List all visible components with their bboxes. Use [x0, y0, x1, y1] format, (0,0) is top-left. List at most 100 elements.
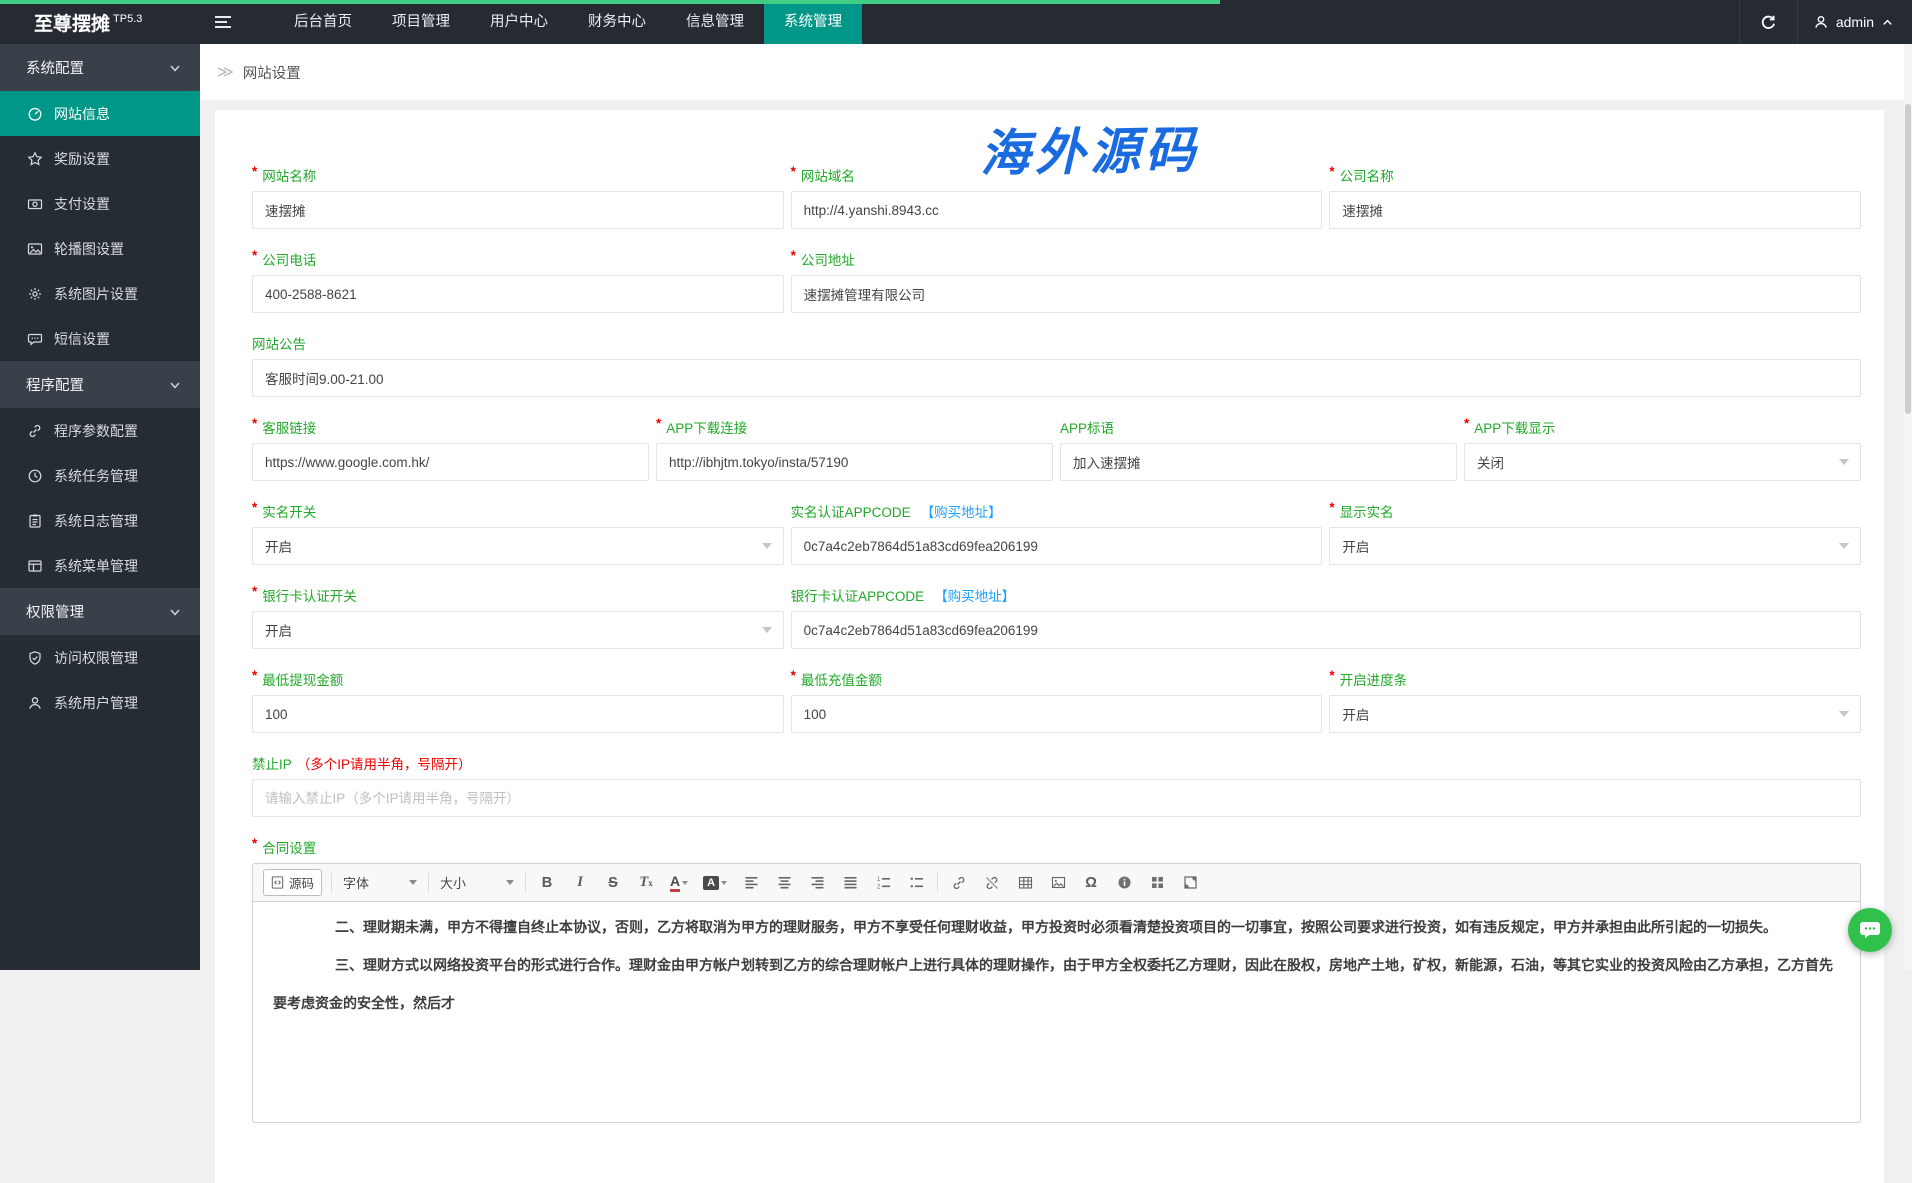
- sidebar-item-log-manage[interactable]: 系统日志管理: [0, 498, 200, 543]
- chat-button[interactable]: [1848, 908, 1892, 952]
- nav-item-finance[interactable]: 财务中心: [568, 0, 666, 44]
- sidebar-item-task-manage[interactable]: 系统任务管理: [0, 453, 200, 498]
- field-label: 银行卡认证APPCODE: [791, 585, 925, 605]
- align-center-icon[interactable]: [772, 870, 796, 896]
- align-right-icon[interactable]: [805, 870, 829, 896]
- nav-item-dashboard[interactable]: 后台首页: [274, 0, 372, 44]
- image-icon[interactable]: [1046, 870, 1070, 896]
- sidebar-item-program-params[interactable]: 程序参数配置: [0, 408, 200, 453]
- bg-color-icon: A: [703, 876, 719, 890]
- sidebar-item-system-users[interactable]: 系统用户管理: [0, 680, 200, 725]
- size-combo[interactable]: 大小: [438, 873, 516, 892]
- sidebar-item-payment-settings[interactable]: 支付设置: [0, 181, 200, 226]
- select-value: 开启: [1342, 704, 1369, 724]
- field-contract: *合同设置 源码 字体 大小 B I S: [252, 837, 1861, 1123]
- bg-color-button[interactable]: A: [700, 870, 730, 896]
- bulleted-list-icon[interactable]: [904, 870, 928, 896]
- field-label: 网站公告: [252, 333, 306, 353]
- sidebar-item-sms-settings[interactable]: 短信设置: [0, 316, 200, 361]
- company-name-input[interactable]: [1329, 191, 1861, 229]
- min-recharge-input[interactable]: [791, 695, 1323, 733]
- progress-bar-select[interactable]: 开启: [1329, 695, 1861, 733]
- bankcard-appcode-input[interactable]: [791, 611, 1861, 649]
- min-withdraw-input[interactable]: [252, 695, 784, 733]
- app-slogan-input[interactable]: [1060, 443, 1457, 481]
- align-justify-icon[interactable]: [838, 870, 862, 896]
- nav-item-users[interactable]: 用户中心: [470, 0, 568, 44]
- contract-paragraph: 二、理财期未满，甲方不得擅自终止本协议，否则，乙方将取消为甲方的理财服务，甲方不…: [273, 908, 1840, 946]
- field-label: 最低提现金额: [262, 669, 343, 689]
- company-address-input[interactable]: [791, 275, 1861, 313]
- shield-check-icon: [27, 650, 43, 666]
- hamburger-icon[interactable]: [200, 0, 246, 44]
- chevron-down-icon: [762, 627, 772, 633]
- link-icon[interactable]: [947, 870, 971, 896]
- maximize-icon[interactable]: [1178, 870, 1202, 896]
- sidebar-group-system-config[interactable]: 系统配置: [0, 44, 200, 91]
- sidebar-item-carousel-settings[interactable]: 轮播图设置: [0, 226, 200, 271]
- unlink-icon[interactable]: [980, 870, 1004, 896]
- nav-item-projects[interactable]: 项目管理: [372, 0, 470, 44]
- sidebar-item-access-permission[interactable]: 访问权限管理: [0, 635, 200, 680]
- field-label: 公司名称: [1340, 165, 1394, 185]
- site-name-input[interactable]: [252, 191, 784, 229]
- realname-show-select[interactable]: 开启: [1329, 527, 1861, 565]
- special-char-icon[interactable]: Ω: [1079, 870, 1103, 896]
- required-asterisk: *: [252, 836, 257, 851]
- table-icon[interactable]: [1013, 870, 1037, 896]
- font-combo-label: 字体: [343, 873, 369, 892]
- app-download-link-input[interactable]: [656, 443, 1053, 481]
- app-download-show-select[interactable]: 关闭: [1464, 443, 1861, 481]
- realname-switch-select[interactable]: 开启: [252, 527, 784, 565]
- field-label: 公司电话: [262, 249, 316, 269]
- sidebar-item-site-info[interactable]: 网站信息: [0, 91, 200, 136]
- scrollbar-thumb[interactable]: [1905, 104, 1911, 414]
- align-left-icon[interactable]: [739, 870, 763, 896]
- sidebar-item-label: 奖励设置: [54, 149, 110, 169]
- editor-content[interactable]: 二、理财期未满，甲方不得擅自终止本协议，否则，乙方将取消为甲方的理财服务，甲方不…: [253, 902, 1860, 1122]
- source-button[interactable]: 源码: [263, 869, 322, 896]
- nav-item-system[interactable]: 系统管理: [764, 0, 862, 44]
- required-asterisk: *: [791, 248, 796, 263]
- company-phone-input[interactable]: [252, 275, 784, 313]
- italic-icon[interactable]: I: [568, 870, 592, 896]
- service-link-input[interactable]: [252, 443, 649, 481]
- bankcard-switch-select[interactable]: 开启: [252, 611, 784, 649]
- text-color-icon: A: [670, 874, 680, 892]
- remove-format-icon[interactable]: Tx: [634, 870, 658, 896]
- font-combo[interactable]: 字体: [341, 873, 419, 892]
- sidebar-item-menu-manage[interactable]: 系统菜单管理: [0, 543, 200, 588]
- buy-address-link[interactable]: 【购买地址】: [934, 585, 1015, 605]
- user-menu[interactable]: admin: [1797, 0, 1912, 44]
- nav-item-information[interactable]: 信息管理: [666, 0, 764, 44]
- app-logo: 至尊摆摊TP5.3: [0, 9, 200, 36]
- select-value: 开启: [265, 620, 292, 640]
- buy-address-link[interactable]: 【购买地址】: [921, 501, 1002, 521]
- sidebar-group-permission[interactable]: 权限管理: [0, 588, 200, 635]
- about-icon[interactable]: [1112, 870, 1136, 896]
- blocks-icon[interactable]: [1145, 870, 1169, 896]
- log-icon: [27, 513, 43, 529]
- sidebar-item-system-images[interactable]: 系统图片设置: [0, 271, 200, 316]
- main-content: ≫ 网站设置 海外源码 *网站名称 *网站域名 *公司名称 *公司电话: [200, 44, 1912, 970]
- required-asterisk: *: [252, 500, 257, 515]
- field-service-link: *客服链接: [252, 417, 649, 481]
- refresh-button[interactable]: [1739, 0, 1797, 44]
- strikethrough-icon[interactable]: S: [601, 870, 625, 896]
- source-label: 源码: [289, 873, 314, 892]
- money-icon: [27, 196, 43, 212]
- sidebar-item-label: 系统任务管理: [54, 466, 138, 486]
- sidebar-group-program-config[interactable]: 程序配置: [0, 361, 200, 408]
- sidebar-group-label: 程序配置: [26, 374, 84, 395]
- numbered-list-icon[interactable]: 12: [871, 870, 895, 896]
- size-combo-label: 大小: [440, 873, 466, 892]
- forbidden-ip-input[interactable]: [252, 779, 1861, 817]
- site-domain-input[interactable]: [791, 191, 1323, 229]
- realname-appcode-input[interactable]: [791, 527, 1323, 565]
- sidebar-item-label: 网站信息: [54, 104, 110, 124]
- text-color-button[interactable]: A: [667, 870, 691, 896]
- site-notice-input[interactable]: [252, 359, 1861, 397]
- field-label: 显示实名: [1340, 501, 1394, 521]
- sidebar-item-reward-settings[interactable]: 奖励设置: [0, 136, 200, 181]
- bold-icon[interactable]: B: [535, 870, 559, 896]
